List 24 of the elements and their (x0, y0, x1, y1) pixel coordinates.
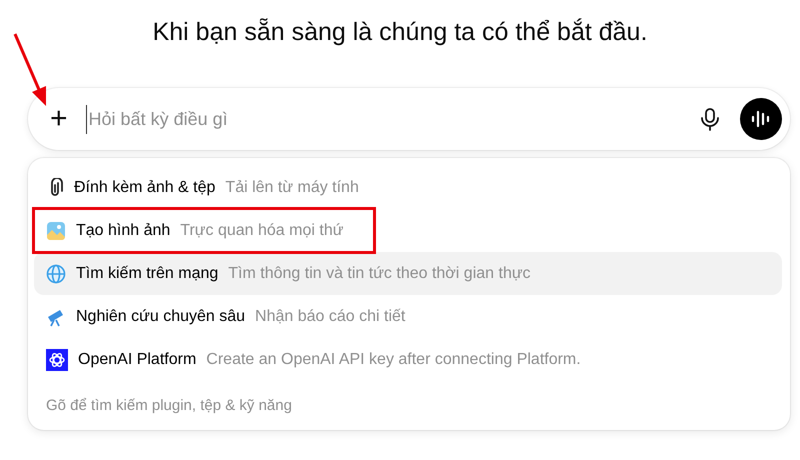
item-label: Tạo hình ảnh (76, 220, 170, 240)
menu-item[interactable]: Tìm kiếm trên mạng Tìm thông tin và tin tức theo thời gian thực (34, 252, 782, 295)
item-label: Tìm kiếm trên mạng (76, 264, 218, 284)
microphone-icon (700, 106, 720, 131)
add-button[interactable]: + (46, 104, 72, 134)
item-hint: Tìm thông tin và tin tức theo thời gian thực (228, 264, 531, 284)
item-hint: Create an OpenAI API key after connecting Platform. (206, 350, 581, 370)
menu-item[interactable]: Tạo hình ảnh Trực quan hóa mọi thứ (34, 209, 374, 252)
heading: Khi bạn sẵn sàng là chúng ta có thể bắt đầu. (152, 18, 648, 46)
image-icon (46, 220, 66, 240)
voice-button[interactable] (740, 98, 782, 140)
waveform-icon (750, 108, 772, 130)
menu-item[interactable]: Nghiên cứu chuyên sâu Nhận báo cáo chi tiết (34, 295, 782, 338)
search-hint: Gõ để tìm kiếm plugin, tệp & kỹ năng (45, 396, 293, 416)
globe-icon (46, 264, 66, 284)
menu-item[interactable]: OpenAI Platform Create an OpenAI API key after connecting Platform. (34, 338, 782, 381)
item-label: Đính kèm ảnh & tệp (74, 178, 216, 198)
item-label: OpenAI Platform (78, 350, 196, 370)
item-hint: Nhận báo cáo chi tiết (255, 306, 406, 326)
menu-item[interactable]: Đính kèm ảnh & tệp Tải lên từ máy tính (34, 166, 782, 209)
item-hint: Trực quan hóa mọi thứ (180, 220, 344, 240)
item-hint: Tải lên từ máy tính (225, 178, 359, 198)
item-label: Nghiên cứu chuyên sâu (76, 306, 246, 326)
logo-icon (46, 348, 68, 370)
